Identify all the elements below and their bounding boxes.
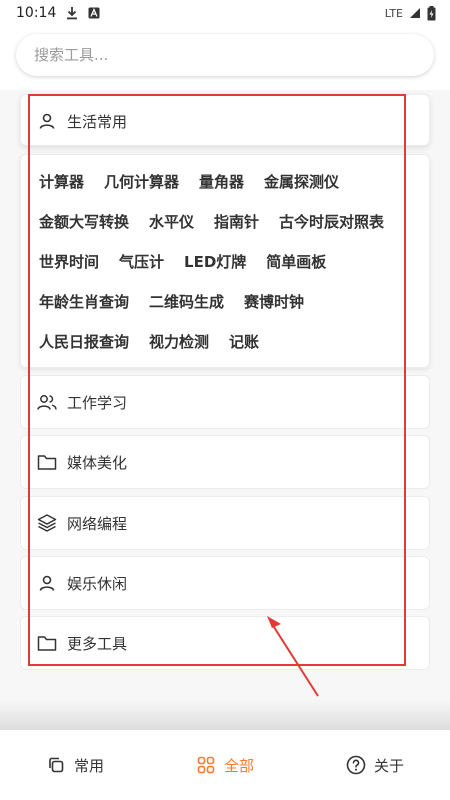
category-life-header[interactable]: 生活常用 — [20, 94, 430, 146]
nav-frequent[interactable]: 常用 — [46, 755, 104, 776]
tool-compass[interactable]: 指南针 — [214, 211, 259, 232]
status-left: 10:14 — [16, 5, 100, 21]
category-entertainment[interactable]: 娱乐休闲 — [20, 556, 430, 610]
nav-all[interactable]: 全部 — [196, 755, 254, 776]
help-icon — [346, 755, 366, 775]
tool-protractor[interactable]: 量角器 — [199, 171, 244, 192]
tool-simple-drawing[interactable]: 简单画板 — [266, 251, 326, 272]
tool-metal-detector[interactable]: 金属探测仪 — [264, 171, 339, 192]
battery-icon — [427, 5, 436, 21]
category-header-row: 更多工具 — [21, 617, 429, 669]
category-network-programming[interactable]: 网络编程 — [20, 496, 430, 550]
tool-row: 年龄生肖查询 二维码生成 赛博时钟 — [39, 281, 429, 321]
tools-panel: 计算器 几何计算器 量角器 金属探测仪 金额大写转换 水平仪 指南针 古今时辰对… — [20, 154, 430, 368]
category-header-row: 网络编程 — [21, 497, 429, 549]
tool-cyber-clock[interactable]: 赛博时钟 — [244, 291, 304, 312]
bottom-shadow — [0, 700, 450, 730]
people-icon — [37, 392, 57, 412]
category-label: 娱乐休闲 — [67, 574, 128, 593]
category-label: 工作学习 — [67, 393, 128, 412]
tool-calculator[interactable]: 计算器 — [39, 171, 84, 192]
tool-row: 世界时间 气压计 LED灯牌 简单画板 — [39, 241, 429, 281]
nav-label: 常用 — [73, 756, 104, 775]
person-icon — [37, 111, 57, 131]
notification-a-icon — [88, 7, 100, 19]
tool-barometer[interactable]: 气压计 — [119, 251, 164, 272]
status-bar: 10:14 LTE — [0, 0, 450, 26]
network-label: LTE — [384, 6, 403, 20]
category-header-row: 生活常用 — [21, 95, 429, 147]
category-label: 网络编程 — [67, 514, 128, 533]
tool-vision-test[interactable]: 视力检测 — [149, 331, 209, 352]
search-area — [0, 26, 450, 90]
tool-amount-uppercase[interactable]: 金额大写转换 — [39, 211, 129, 232]
tool-bookkeeping[interactable]: 记账 — [229, 331, 259, 352]
folder-icon — [37, 633, 57, 653]
status-time: 10:14 — [16, 5, 57, 21]
grid-icon — [196, 755, 216, 775]
category-header-row: 媒体美化 — [21, 436, 429, 488]
category-work-study[interactable]: 工作学习 — [20, 375, 430, 429]
layers-icon — [37, 513, 57, 533]
status-right: LTE — [384, 5, 436, 21]
tool-row: 计算器 几何计算器 量角器 金属探测仪 — [39, 161, 429, 201]
tool-geometry-calculator[interactable]: 几何计算器 — [104, 171, 179, 192]
category-label: 媒体美化 — [67, 453, 128, 472]
category-header-row: 工作学习 — [21, 376, 429, 428]
tool-led-sign[interactable]: LED灯牌 — [184, 251, 246, 272]
category-more-tools[interactable]: 更多工具 — [20, 616, 430, 670]
tool-row: 人民日报查询 视力检测 记账 — [39, 321, 429, 361]
download-icon — [66, 6, 78, 20]
category-media[interactable]: 媒体美化 — [20, 435, 430, 489]
tool-peoples-daily[interactable]: 人民日报查询 — [39, 331, 129, 352]
nav-label: 关于 — [373, 756, 404, 775]
tool-level[interactable]: 水平仪 — [149, 211, 194, 232]
nav-label: 全部 — [223, 756, 254, 775]
category-label: 生活常用 — [67, 112, 128, 131]
signal-icon — [409, 7, 421, 19]
tool-time-table[interactable]: 古今时辰对照表 — [279, 211, 384, 232]
bottom-nav: 常用 全部 关于 — [0, 730, 450, 800]
tool-row: 金额大写转换 水平仪 指南针 古今时辰对照表 — [39, 201, 429, 241]
category-header-row: 娱乐休闲 — [21, 557, 429, 609]
person-icon — [37, 573, 57, 593]
nav-about[interactable]: 关于 — [346, 755, 404, 776]
tool-qrcode-generator[interactable]: 二维码生成 — [149, 291, 224, 312]
search-box[interactable] — [16, 34, 434, 76]
tool-world-time[interactable]: 世界时间 — [39, 251, 99, 272]
category-label: 更多工具 — [67, 634, 128, 653]
search-input[interactable] — [32, 45, 418, 65]
tool-zodiac-lookup[interactable]: 年龄生肖查询 — [39, 291, 129, 312]
folder-icon — [37, 452, 57, 472]
copy-icon — [46, 755, 66, 775]
